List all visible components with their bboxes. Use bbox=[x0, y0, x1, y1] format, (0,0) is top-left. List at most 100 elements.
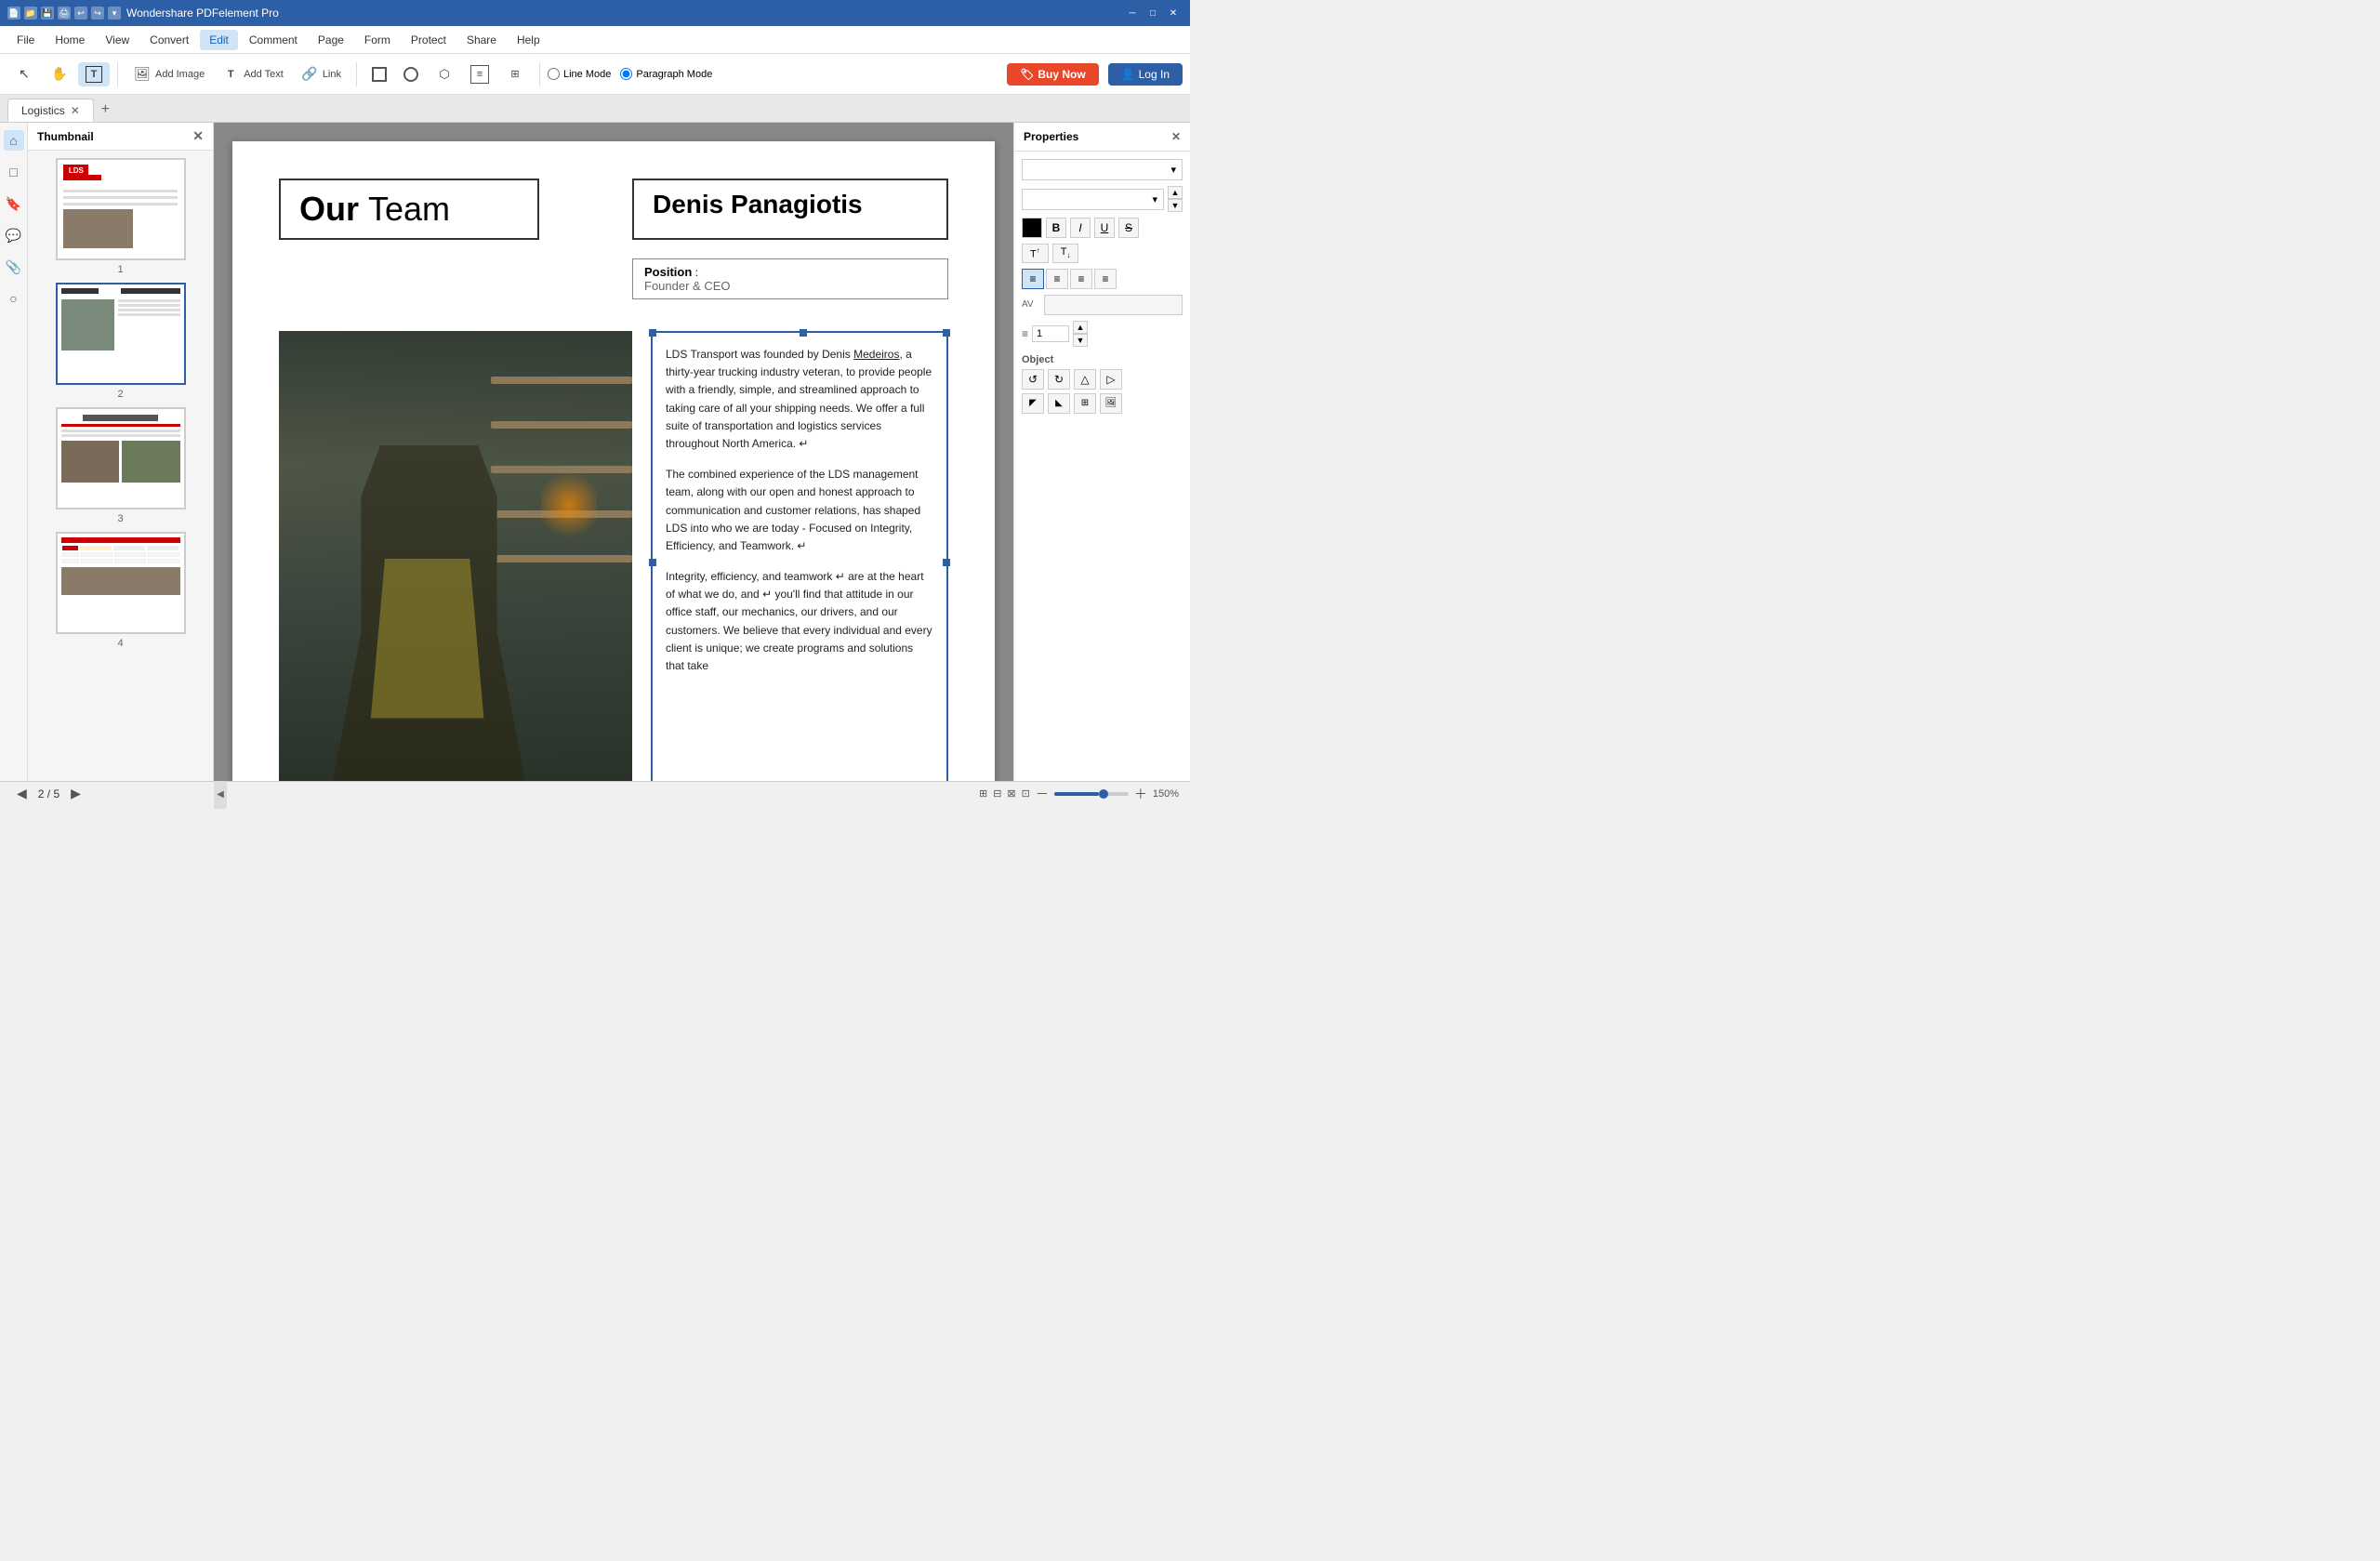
align-center-button[interactable]: ≡ bbox=[1046, 269, 1068, 289]
rotate-ccw-button[interactable]: ↺ bbox=[1022, 369, 1044, 390]
align-left-button[interactable]: ≡ bbox=[1022, 269, 1044, 289]
align-tl-button[interactable]: ◤ bbox=[1022, 393, 1044, 414]
text-box-tool[interactable]: ≡ bbox=[463, 61, 496, 87]
our-team-box[interactable]: Our Team bbox=[279, 179, 539, 240]
font-size-dropdown[interactable]: ▾ bbox=[1022, 189, 1164, 210]
menu-protect[interactable]: Protect bbox=[402, 30, 456, 50]
resize-handle-tl[interactable] bbox=[649, 329, 656, 337]
menu-home[interactable]: Home bbox=[46, 30, 94, 50]
line-mode-radio[interactable] bbox=[548, 68, 560, 80]
shape-oval-tool[interactable] bbox=[396, 63, 426, 86]
strikethrough-button[interactable]: S bbox=[1118, 218, 1139, 238]
menu-page[interactable]: Page bbox=[309, 30, 353, 50]
redo-icon[interactable]: ↪ bbox=[91, 7, 104, 20]
paragraph-mode-label[interactable]: Paragraph Mode bbox=[620, 68, 712, 80]
tab-logistics[interactable]: Logistics ✕ bbox=[7, 99, 94, 122]
close-button[interactable]: ✕ bbox=[1164, 5, 1183, 21]
person-name-box[interactable]: Denis Panagiotis bbox=[632, 179, 948, 240]
line-spacing-down-button[interactable]: ▼ bbox=[1073, 334, 1088, 347]
bookmark-icon[interactable]: 🔖 bbox=[4, 193, 24, 214]
login-button[interactable]: 👤 Log In bbox=[1108, 63, 1183, 86]
zoom-out-button[interactable]: － bbox=[1036, 785, 1049, 803]
undo-icon[interactable]: ↩ bbox=[74, 7, 87, 20]
rotate-cw-button[interactable]: ↻ bbox=[1048, 369, 1070, 390]
line-spacing-input[interactable] bbox=[1032, 325, 1069, 342]
grid-icon-2[interactable]: ⊟ bbox=[993, 787, 1001, 800]
add-image-button[interactable]: 🖼 Add Image bbox=[126, 61, 212, 87]
print-icon[interactable]: 🖨 bbox=[58, 7, 71, 20]
prev-page-button[interactable]: ◀ bbox=[11, 784, 33, 803]
text-color-swatch[interactable] bbox=[1022, 218, 1042, 238]
menu-help[interactable]: Help bbox=[508, 30, 549, 50]
shape-rect-tool[interactable] bbox=[364, 63, 394, 86]
line-spacing-up-button[interactable]: ▲ bbox=[1073, 321, 1088, 334]
minimize-button[interactable]: ─ bbox=[1123, 5, 1142, 21]
flip-h-button[interactable]: ▷ bbox=[1100, 369, 1122, 390]
add-text-button[interactable]: T Add Text bbox=[214, 61, 291, 87]
crop-button[interactable]: ⊞ bbox=[1074, 393, 1096, 414]
thumbnail-page-1[interactable]: LDS 1 bbox=[35, 158, 205, 275]
home-icon[interactable]: ⌂ bbox=[4, 130, 24, 151]
align-bl-button[interactable]: ◣ bbox=[1048, 393, 1070, 414]
save-icon[interactable]: 💾 bbox=[41, 7, 54, 20]
resize-handle-tc[interactable] bbox=[800, 329, 807, 337]
collapse-panel-button[interactable]: ◀ bbox=[214, 781, 227, 809]
underline-button[interactable]: U bbox=[1094, 218, 1115, 238]
thumbnail-close-button[interactable]: ✕ bbox=[192, 128, 204, 144]
hand-tool[interactable]: ✋ bbox=[43, 61, 76, 87]
tab-close-icon[interactable]: ✕ bbox=[71, 104, 80, 117]
paragraph-mode-radio[interactable] bbox=[620, 68, 632, 80]
subscript-button[interactable]: T↓ bbox=[1052, 244, 1079, 263]
link-button[interactable]: 🔗 Link bbox=[293, 61, 349, 87]
attachment-icon[interactable]: 📎 bbox=[4, 257, 24, 277]
dropdown-icon[interactable]: ▾ bbox=[108, 7, 121, 20]
text-paragraph-2[interactable]: The combined experience of the LDS manag… bbox=[666, 466, 933, 555]
edit-text-tool[interactable]: T bbox=[78, 62, 110, 86]
resize-handle-tr[interactable] bbox=[943, 329, 950, 337]
next-page-button[interactable]: ▶ bbox=[65, 784, 86, 803]
font-size-down-button[interactable]: ▼ bbox=[1168, 199, 1183, 212]
flip-v-button[interactable]: △ bbox=[1074, 369, 1096, 390]
color-av-input[interactable] bbox=[1044, 295, 1183, 315]
menu-view[interactable]: View bbox=[96, 30, 139, 50]
grid-icon-3[interactable]: ⊠ bbox=[1007, 787, 1015, 800]
menu-file[interactable]: File bbox=[7, 30, 44, 50]
menu-comment[interactable]: Comment bbox=[240, 30, 307, 50]
text-paragraph-1[interactable]: LDS Transport was founded by Denis Medei… bbox=[666, 346, 933, 453]
grid-icon-4[interactable]: ⊡ bbox=[1022, 787, 1030, 800]
text-paragraph-3[interactable]: Integrity, efficiency, and teamwork ↵ ar… bbox=[666, 568, 933, 675]
align-justify-button[interactable]: ≡ bbox=[1094, 269, 1117, 289]
menu-form[interactable]: Form bbox=[355, 30, 400, 50]
pages-icon[interactable]: □ bbox=[4, 162, 24, 182]
thumbnail-page-2[interactable]: 2 bbox=[35, 283, 205, 400]
file-icon[interactable]: 📄 bbox=[7, 7, 20, 20]
menu-edit[interactable]: Edit bbox=[200, 30, 238, 50]
zoom-slider-thumb[interactable] bbox=[1099, 789, 1108, 799]
menu-convert[interactable]: Convert bbox=[140, 30, 198, 50]
folder-icon[interactable]: 📁 bbox=[24, 7, 37, 20]
align-right-button[interactable]: ≡ bbox=[1070, 269, 1092, 289]
font-family-dropdown[interactable]: ▾ bbox=[1022, 159, 1183, 180]
add-tab-button[interactable]: + bbox=[94, 98, 117, 122]
shape-poly-tool[interactable]: ⬡ bbox=[428, 61, 461, 87]
comment-icon[interactable]: 💬 bbox=[4, 225, 24, 245]
menu-share[interactable]: Share bbox=[457, 30, 506, 50]
search-panel-icon[interactable]: ○ bbox=[4, 288, 24, 309]
select-tool[interactable]: ↖ bbox=[7, 61, 41, 87]
grid-icon-1[interactable]: ⊞ bbox=[979, 787, 987, 800]
code-tool[interactable]: ⊞ bbox=[498, 61, 532, 87]
resize-handle-mr[interactable] bbox=[943, 559, 950, 566]
superscript-button[interactable]: T↑ bbox=[1022, 244, 1049, 263]
properties-close-button[interactable]: ✕ bbox=[1171, 130, 1181, 143]
thumbnail-page-3[interactable]: 3 bbox=[35, 407, 205, 524]
thumbnail-page-4[interactable]: 4 bbox=[35, 532, 205, 649]
bold-button[interactable]: B bbox=[1046, 218, 1066, 238]
line-mode-label[interactable]: Line Mode bbox=[548, 68, 611, 80]
maximize-button[interactable]: □ bbox=[1144, 5, 1162, 21]
zoom-slider[interactable] bbox=[1054, 792, 1129, 796]
text-content-box[interactable]: LDS Transport was founded by Denis Medei… bbox=[651, 331, 948, 781]
resize-handle-ml[interactable] bbox=[649, 559, 656, 566]
image-button[interactable]: 🖼 bbox=[1100, 393, 1122, 414]
buy-now-button[interactable]: 🏷 Buy Now bbox=[1007, 63, 1099, 86]
zoom-in-button[interactable]: ＋ bbox=[1134, 785, 1147, 803]
